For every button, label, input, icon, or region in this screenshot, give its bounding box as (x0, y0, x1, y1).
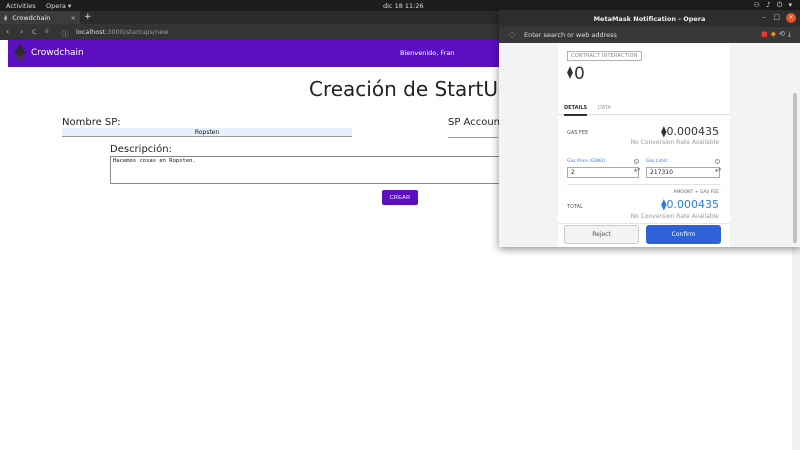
app-menu-label: Opera (46, 2, 66, 10)
site-info-icon[interactable]: ⓘ (62, 28, 69, 38)
total-conversion: No Conversion Rate Available (630, 213, 719, 220)
maximize-icon[interactable]: □ (773, 13, 780, 21)
tab-data[interactable]: DATA (598, 105, 611, 111)
ethereum-logo-icon[interactable] (14, 44, 26, 62)
adblock-icon[interactable]: ■ (761, 30, 771, 38)
descripcion-label: Descripción: (110, 144, 172, 155)
speed-dial-icon[interactable]: ⁞⁞ (45, 28, 49, 35)
ethereum-icon: ⧫ (4, 14, 8, 22)
metamask-window: MetaMask Notification - Opera – □ × ◌ En… (499, 10, 800, 247)
search-icon: ◌ (509, 31, 516, 39)
url-path: :3000/startups/new (105, 28, 169, 36)
amount-gas-label: AMOUNT + GAS FEE (673, 190, 719, 195)
account-input[interactable] (448, 137, 498, 138)
gas-limit-stepper[interactable]: ▲▼ (715, 167, 721, 172)
transaction-amount-value: 0 (573, 64, 585, 84)
url-host: localhost (76, 28, 106, 36)
details-tabs: DETAILS DATA (558, 102, 730, 116)
tab-title: Crowdchain (12, 14, 51, 22)
transaction-amount: ⧫0 (567, 64, 585, 84)
contract-interaction-badge: CONTRACT INTERACTION (567, 51, 642, 61)
extensions-icon[interactable]: ⟲ (779, 30, 788, 38)
metamask-fox-icon[interactable]: ◆ (771, 30, 779, 38)
scrollbar-thumb[interactable] (793, 93, 797, 243)
page-title: Creación de StartUp (309, 77, 511, 101)
descripcion-textarea[interactable]: Hacemos cosas en Ropsten. (110, 156, 502, 184)
address-input[interactable]: Enter search or web address (524, 31, 617, 39)
gas-price-input[interactable] (567, 167, 639, 178)
info-icon[interactable]: i (715, 159, 720, 164)
gas-fee-conversion: No Conversion Rate Available (630, 139, 719, 146)
minimize-icon[interactable]: – (763, 13, 767, 21)
url-field[interactable]: localhost:3000/startups/new (76, 28, 169, 36)
gas-price-stepper[interactable]: ▲▼ (634, 167, 640, 172)
close-icon[interactable]: × (71, 14, 76, 22)
confirm-transaction-card: CONTRACT INTERACTION ⧫0 DETAILS DATA GAS… (558, 43, 730, 247)
forward-icon[interactable]: › (20, 27, 23, 36)
ethereum-icon: ⧫ (567, 65, 573, 79)
metamask-titlebar: MetaMask Notification - Opera – □ × (499, 10, 800, 27)
crear-button[interactable]: CREAR (382, 190, 418, 205)
activities-button[interactable]: Activities (6, 2, 36, 10)
system-tray[interactable]: ⚇ ♪ ⏻ ▾ (754, 1, 794, 10)
toolbar-icons: ■◆⟲⤓ (761, 30, 794, 39)
reload-icon[interactable]: C (32, 28, 37, 36)
nombre-input[interactable] (62, 128, 352, 137)
metamask-address-bar: ◌ Enter search or web address ■◆⟲⤓ (499, 27, 800, 43)
gas-limit-input[interactable] (646, 167, 720, 178)
gas-fee-value: ⧫0.000435 (661, 125, 719, 138)
browser-tab-crowdchain[interactable]: ⧫ Crowdchain × (0, 11, 80, 24)
reject-button[interactable]: Reject (564, 225, 639, 244)
clock[interactable]: dic 18 11:26 (383, 2, 424, 10)
total-value: ⧫0.000435 (661, 198, 719, 211)
gas-limit-label: Gas Limit (646, 159, 668, 164)
app-menu[interactable]: Opera ▾ (46, 2, 71, 10)
download-icon[interactable]: ⤓ (788, 30, 794, 38)
confirm-footer: Reject Confirm (558, 223, 730, 247)
brand-link[interactable]: Crowdchain (31, 48, 84, 58)
welcome-text: Bienvenido, Fran (400, 49, 455, 57)
window-title: MetaMask Notification - Opera (593, 15, 706, 23)
total-label: TOTAL (567, 204, 583, 210)
gas-fee-label: GAS FEE (567, 130, 589, 136)
gas-price-label: Gas Price (GWEI) (567, 159, 606, 164)
confirm-button[interactable]: Confirm (646, 225, 721, 244)
info-icon[interactable]: i (634, 159, 639, 164)
metamask-scrollbar[interactable] (793, 43, 797, 247)
chevron-down-icon: ▾ (67, 2, 72, 10)
nombre-label: Nombre SP: (62, 117, 121, 128)
back-icon[interactable]: ‹ (6, 27, 9, 36)
close-window-icon[interactable]: × (786, 13, 796, 23)
new-tab-button[interactable]: + (84, 12, 92, 22)
tab-details[interactable]: DETAILS (564, 105, 588, 116)
divider (567, 184, 721, 185)
